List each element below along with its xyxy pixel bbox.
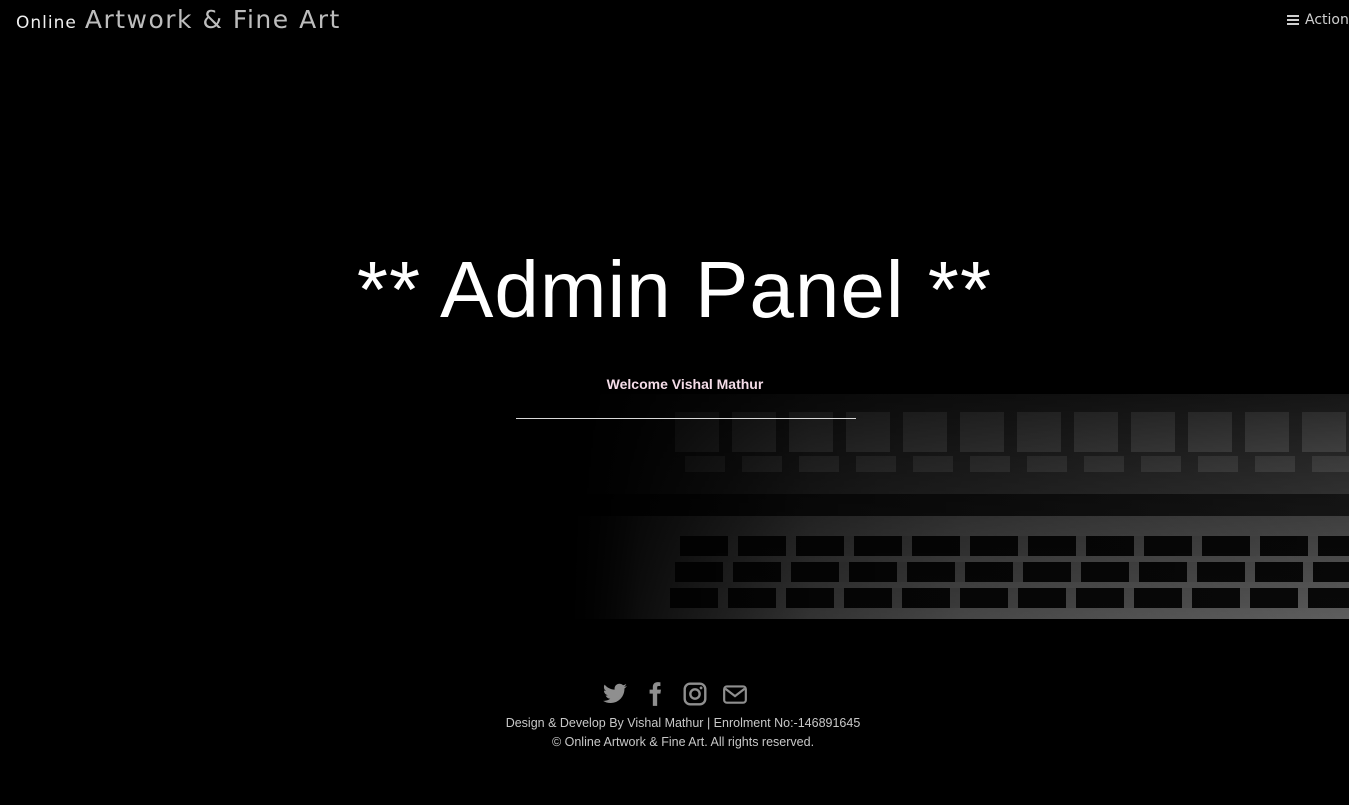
brand-logo-link[interactable]: Online Artwork & Fine Art [16,5,341,34]
twitter-icon [602,683,627,703]
brand-big-text: Artwork & Fine Art [84,5,341,34]
top-navbar: Online Artwork & Fine Art Action [0,0,1349,44]
action-menu-button[interactable]: Action [1287,12,1349,28]
email-icon [722,685,747,704]
divider [516,418,856,419]
hero-section: ** Admin Panel ** Welcome Vishal Mathur [0,44,1349,619]
action-label: Action [1305,12,1349,28]
facebook-link[interactable] [642,681,668,707]
page-title: ** Admin Panel ** [356,245,993,334]
welcome-message: Welcome Vishal Mathur [606,376,764,392]
social-links [0,681,1349,707]
footer: Design & Develop By Vishal Mathur | Enro… [0,619,1349,805]
instagram-icon [683,682,706,706]
footer-credit: Design & Develop By Vishal Mathur | Enro… [505,716,861,730]
brand-small-text: Online [16,13,77,33]
admin-page: Online Artwork & Fine Art Action ** Admi [0,0,1349,805]
twitter-link[interactable] [602,681,628,707]
instagram-link[interactable] [682,681,708,707]
facebook-icon [649,682,661,706]
email-link[interactable] [722,681,748,707]
hamburger-menu-icon [1287,15,1299,25]
footer-copyright: © Online Artwork & Fine Art. All rights … [551,735,815,749]
